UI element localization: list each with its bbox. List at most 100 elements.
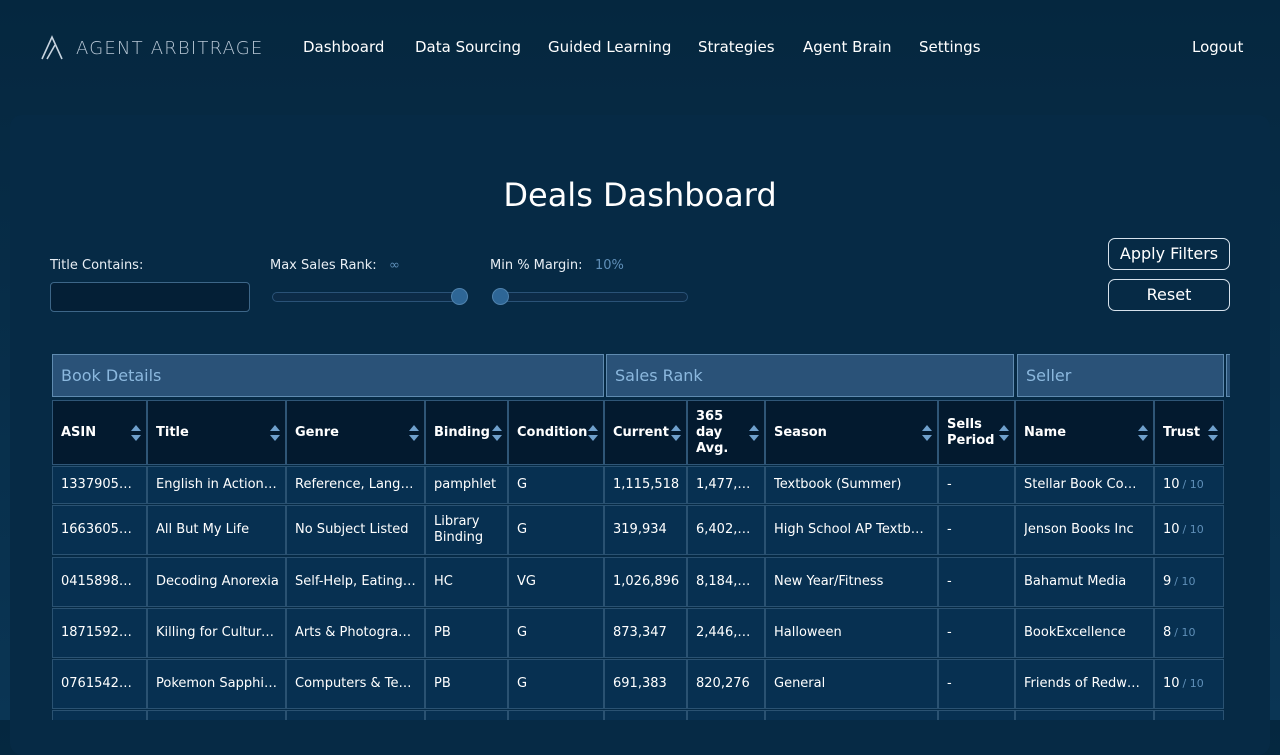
cell-text: 1871592208 — [61, 625, 140, 640]
slider-thumb[interactable] — [492, 288, 509, 305]
cell-text[interactable]: Decoding Anorexia — [156, 574, 279, 590]
trust-max: / 10 — [1182, 523, 1204, 536]
column-header-label: Season — [774, 424, 827, 440]
cell-365-day-avg: 1,477,594 — [687, 466, 765, 504]
cell-season: Textbook (Summer) — [765, 466, 938, 504]
sort-arrows-icon[interactable] — [1138, 425, 1148, 443]
cell-text: New Year/Fitness — [774, 574, 884, 589]
cell-text: 1,477,594 — [696, 477, 758, 492]
slider-thumb[interactable] — [451, 288, 468, 305]
cell-text[interactable]: Pokemon Sapphire: Prima's Official Guide — [156, 676, 279, 692]
column-header-label: ASIN — [61, 424, 97, 440]
cell-asin: 1871592208 — [52, 608, 147, 658]
cell-placeholder — [1015, 710, 1154, 720]
cell-text: Halloween — [774, 625, 842, 640]
cell-text[interactable]: Killing for Culture: An Illustrated Hist… — [156, 625, 279, 641]
nav-strategies[interactable]: Strategies — [698, 38, 775, 56]
cell-text: 1,115,518 — [613, 477, 680, 492]
cell-genre: Computers & Technology — [286, 659, 425, 709]
cell-text: HC — [434, 574, 453, 589]
column-header-condition[interactable]: Condition — [508, 400, 604, 465]
column-header-label: Binding — [434, 424, 490, 440]
cell-text: Library Binding — [434, 514, 484, 545]
cell-text: Arts & Photography — [295, 625, 418, 640]
sort-arrows-icon[interactable] — [999, 425, 1009, 443]
cell-text: VG — [517, 574, 536, 589]
cell-season: New Year/Fitness — [765, 557, 938, 607]
column-header-trust[interactable]: Trust — [1154, 400, 1224, 465]
column-header-season[interactable]: Season — [765, 400, 938, 465]
cell-text: - — [947, 676, 952, 691]
column-header-label: Genre — [295, 424, 339, 440]
cell-text: 319,934 — [613, 522, 667, 537]
reset-button[interactable]: Reset — [1108, 279, 1230, 311]
cell-placeholder — [425, 710, 508, 720]
nav-guided-learning[interactable]: Guided Learning — [548, 38, 671, 56]
cell-text: 1337905984 — [61, 477, 140, 492]
cell-placeholder — [508, 710, 604, 720]
column-header-label: Current — [613, 424, 669, 440]
cell-text: - — [947, 522, 952, 537]
cell-text: Jenson Books Inc — [1024, 522, 1134, 537]
column-header-binding[interactable]: Binding — [425, 400, 508, 465]
cell-text: 9 — [1163, 574, 1172, 589]
apply-filters-button[interactable]: Apply Filters — [1108, 238, 1230, 270]
trust-max: / 10 — [1174, 626, 1196, 639]
cell-text: Friends of Redwood Library — [1024, 676, 1147, 691]
cell-text: 8,184,493 — [696, 574, 758, 589]
cell-binding: Library Binding — [425, 505, 508, 555]
page-title: Deals Dashboard — [503, 176, 777, 214]
max-sales-rank-slider[interactable] — [272, 288, 468, 305]
cell-placeholder — [765, 710, 938, 720]
cell-condition: G — [508, 505, 604, 555]
sort-arrows-icon[interactable] — [409, 425, 419, 443]
logout-link[interactable]: Logout — [1192, 38, 1243, 56]
cell-text: 10 — [1163, 477, 1180, 492]
cell-sells-period: - — [938, 505, 1015, 555]
brand-logo[interactable]: AGENT ARBITRAGE — [40, 33, 264, 63]
cell-text: G — [517, 676, 528, 691]
nav-dashboard[interactable]: Dashboard — [303, 38, 384, 56]
min-margin-slider[interactable] — [492, 288, 688, 305]
nav-data-sourcing[interactable]: Data Sourcing — [415, 38, 521, 56]
sort-arrows-icon[interactable] — [671, 425, 681, 443]
cell-current: 691,383 — [604, 659, 687, 709]
cell-season: Halloween — [765, 608, 938, 658]
column-header-title[interactable]: Title — [147, 400, 286, 465]
cell-title: Pokemon Sapphire: Prima's Official Guide — [147, 659, 286, 709]
sort-arrows-icon[interactable] — [131, 425, 141, 443]
column-header-asin[interactable]: ASIN — [52, 400, 147, 465]
cell-text: General — [774, 676, 826, 691]
sort-arrows-icon[interactable] — [492, 425, 502, 443]
cell-current: 319,934 — [604, 505, 687, 555]
cell-text: Computers & Technology — [295, 676, 418, 691]
column-header-label: Sells Period — [947, 416, 995, 448]
cell-text[interactable]: All But My Life — [156, 522, 249, 538]
sort-arrows-icon[interactable] — [1208, 425, 1218, 443]
cell-sells-period: - — [938, 466, 1015, 504]
cell-text[interactable]: English in Action 1: Student Book — [156, 477, 279, 493]
cell-text: 691,383 — [613, 676, 667, 691]
max-sales-rank-label: Max Sales Rank: — [270, 258, 377, 273]
sort-arrows-icon[interactable] — [749, 425, 759, 443]
sort-arrows-icon[interactable] — [270, 425, 280, 443]
nav-agent-brain[interactable]: Agent Brain — [803, 38, 892, 56]
sort-arrows-icon[interactable] — [922, 425, 932, 443]
cell-current: 1,115,518 — [604, 466, 687, 504]
cell-placeholder — [604, 710, 687, 720]
cell-binding: PB — [425, 659, 508, 709]
title-contains-input[interactable] — [50, 282, 250, 312]
column-header-current[interactable]: Current — [604, 400, 687, 465]
column-header-seller-name[interactable]: Name — [1015, 400, 1154, 465]
column-header-genre[interactable]: Genre — [286, 400, 425, 465]
min-margin-label: Min % Margin: — [490, 258, 583, 273]
cell-text: 873,347 — [613, 625, 667, 640]
column-header-365-day-avg[interactable]: 365 day Avg. — [687, 400, 765, 465]
cell-genre: No Subject Listed — [286, 505, 425, 555]
slider-track — [492, 292, 688, 302]
cell-text: 820,276 — [696, 676, 750, 691]
column-header-sells-period[interactable]: Sells Period — [938, 400, 1015, 465]
sort-arrows-icon[interactable] — [588, 425, 598, 443]
nav-settings[interactable]: Settings — [919, 38, 981, 56]
cell-365-day-avg: 2,446,068 — [687, 608, 765, 658]
